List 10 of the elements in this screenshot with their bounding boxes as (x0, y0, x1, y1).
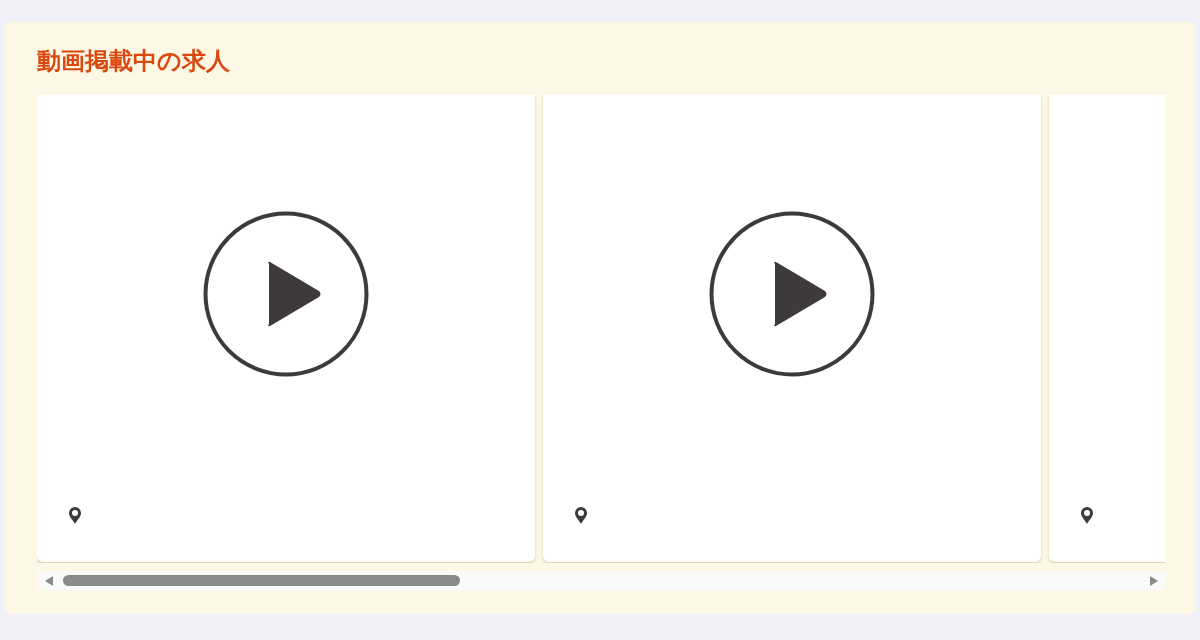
section-title: 動画掲載中の求人 (37, 46, 231, 77)
location-pin-icon (1080, 506, 1094, 525)
horizontal-scrollbar[interactable] (37, 571, 1166, 590)
scroll-right-icon[interactable] (1150, 575, 1158, 586)
play-icon[interactable] (709, 210, 875, 377)
location-pin-icon (574, 506, 588, 525)
location-pin-icon (68, 506, 82, 525)
play-icon[interactable] (203, 210, 369, 377)
scrollbar-thumb[interactable] (63, 575, 460, 586)
scroll-left-icon[interactable] (45, 575, 53, 586)
